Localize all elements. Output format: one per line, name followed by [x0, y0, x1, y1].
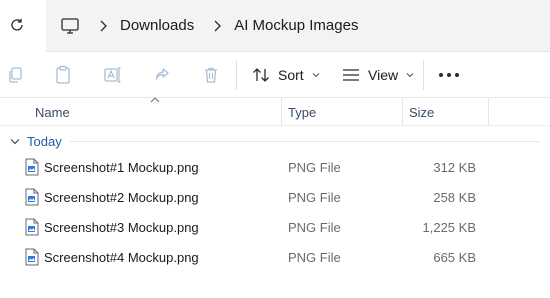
- share-icon[interactable]: [151, 64, 173, 86]
- file-type: PNG File: [288, 249, 341, 265]
- rename-icon[interactable]: [102, 64, 124, 86]
- address-bar: Downloads AI Mockup Images: [0, 0, 550, 52]
- file-row[interactable]: Screenshot#1 Mockup.png PNG File 312 KB: [0, 152, 550, 182]
- file-name: Screenshot#1 Mockup.png: [44, 159, 199, 175]
- image-file-icon: [25, 218, 39, 236]
- file-row[interactable]: Screenshot#3 Mockup.png PNG File 1,225 K…: [0, 212, 550, 242]
- file-name: Screenshot#4 Mockup.png: [44, 249, 199, 265]
- file-row[interactable]: Screenshot#2 Mockup.png PNG File 258 KB: [0, 182, 550, 212]
- group-divider: [70, 141, 540, 142]
- chevron-down-icon: [312, 73, 320, 78]
- view-label: View: [368, 67, 399, 83]
- file-size: 258 KB: [433, 189, 476, 205]
- group-label: Today: [27, 133, 62, 149]
- column-resize-handle[interactable]: [402, 98, 403, 126]
- breadcrumb-item-current-folder[interactable]: AI Mockup Images: [234, 17, 358, 34]
- file-type: PNG File: [288, 159, 341, 175]
- column-header-type[interactable]: Type: [288, 98, 316, 126]
- delete-icon[interactable]: [200, 64, 222, 86]
- image-file-icon: [25, 248, 39, 266]
- refresh-icon: [11, 18, 23, 31]
- toolbar-divider: [423, 60, 424, 90]
- column-resize-handle[interactable]: [488, 98, 489, 126]
- file-explorer-window: Downloads AI Mockup Images Sort View Nam…: [0, 0, 550, 298]
- file-row[interactable]: Screenshot#4 Mockup.png PNG File 665 KB: [0, 242, 550, 272]
- file-type: PNG File: [288, 189, 341, 205]
- more-options-icon[interactable]: [436, 64, 462, 86]
- view-button[interactable]: View: [342, 60, 414, 90]
- column-resize-handle[interactable]: [281, 98, 282, 126]
- column-header-name[interactable]: Name: [35, 98, 70, 126]
- file-size: 1,225 KB: [422, 219, 477, 235]
- monitor-icon[interactable]: [60, 16, 80, 36]
- file-name: Screenshot#3 Mockup.png: [44, 219, 199, 235]
- file-name: Screenshot#2 Mockup.png: [44, 189, 199, 205]
- chevron-right-icon[interactable]: [96, 19, 110, 33]
- image-file-icon: [25, 188, 39, 206]
- file-type: PNG File: [288, 219, 341, 235]
- breadcrumb[interactable]: Downloads AI Mockup Images: [46, 0, 550, 52]
- chevron-down-icon: [406, 73, 414, 78]
- chevron-down-icon[interactable]: [10, 136, 20, 146]
- group-header-today[interactable]: Today: [0, 128, 550, 154]
- sort-button[interactable]: Sort: [252, 60, 320, 90]
- toolbar-divider: [236, 60, 237, 90]
- copy-icon[interactable]: [4, 64, 26, 86]
- sort-label: Sort: [278, 67, 304, 83]
- image-file-icon: [25, 158, 39, 176]
- column-header-size[interactable]: Size: [409, 98, 434, 126]
- file-size: 665 KB: [433, 249, 476, 265]
- sort-icon: [253, 68, 269, 82]
- breadcrumb-item-downloads[interactable]: Downloads: [120, 17, 194, 34]
- column-header-row: Name Type Size: [0, 98, 550, 126]
- chevron-right-icon[interactable]: [210, 19, 224, 33]
- command-bar: Sort View: [0, 52, 550, 98]
- refresh-button[interactable]: [6, 14, 28, 36]
- view-list-icon: [343, 69, 359, 81]
- file-size: 312 KB: [433, 159, 476, 175]
- paste-icon[interactable]: [52, 64, 74, 86]
